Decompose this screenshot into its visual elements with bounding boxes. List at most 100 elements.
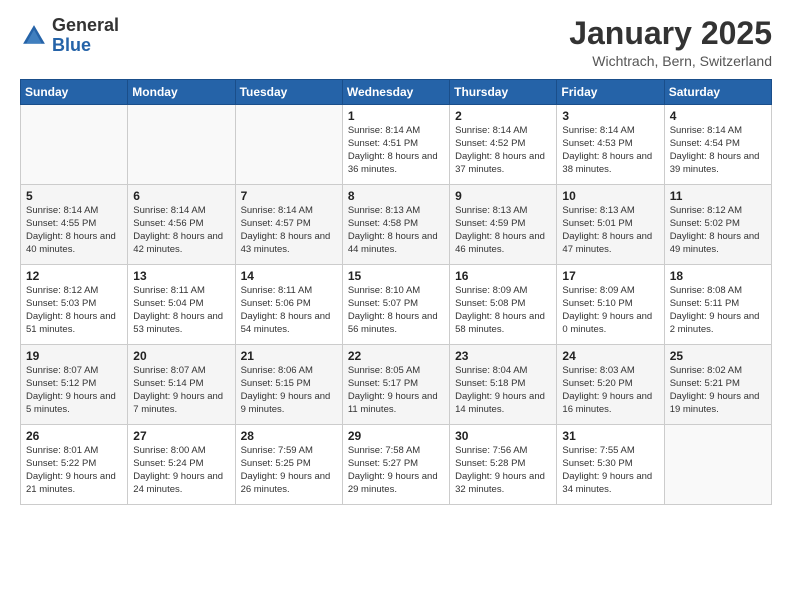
calendar-cell: 13 Sunrise: 8:11 AM Sunset: 5:04 PM Dayli… <box>128 265 235 345</box>
calendar-cell: 4 Sunrise: 8:14 AM Sunset: 4:54 PM Daylig… <box>664 105 771 185</box>
calendar-cell: 7 Sunrise: 8:14 AM Sunset: 4:57 PM Daylig… <box>235 185 342 265</box>
day-number: 19 <box>26 349 122 363</box>
calendar-cell: 30 Sunrise: 7:56 AM Sunset: 5:28 PM Dayli… <box>450 425 557 505</box>
day-number: 2 <box>455 109 551 123</box>
day-number: 9 <box>455 189 551 203</box>
calendar-cell: 20 Sunrise: 8:07 AM Sunset: 5:14 PM Dayli… <box>128 345 235 425</box>
calendar-cell: 21Sunrise: 8:06 AM Sunset: 5:15 PM Dayli… <box>235 345 342 425</box>
calendar-cell: 29 Sunrise: 7:58 AM Sunset: 5:27 PM Dayli… <box>342 425 449 505</box>
day-info: Sunrise: 8:07 AM Sunset: 5:12 PM Dayligh… <box>26 365 122 416</box>
day-info: Sunrise: 8:13 AM Sunset: 4:58 PM Dayligh… <box>348 205 444 256</box>
calendar-cell: 28 Sunrise: 7:59 AM Sunset: 5:25 PM Dayli… <box>235 425 342 505</box>
day-info: Sunrise: 8:07 AM Sunset: 5:14 PM Dayligh… <box>133 365 229 416</box>
day-info: Sunrise: 8:10 AM Sunset: 5:07 PM Dayligh… <box>348 285 444 336</box>
calendar-week-4: 19 Sunrise: 8:07 AM Sunset: 5:12 PM Dayli… <box>21 345 772 425</box>
calendar-cell: 24 Sunrise: 8:03 AM Sunset: 5:20 PM Dayli… <box>557 345 664 425</box>
title-block: January 2025 Wichtrach, Bern, Switzerlan… <box>569 16 772 69</box>
day-info: Sunrise: 7:55 AM Sunset: 5:30 PM Dayligh… <box>562 445 658 496</box>
day-info: Sunrise: 8:12 AM Sunset: 5:03 PM Dayligh… <box>26 285 122 336</box>
calendar-cell: 16Sunrise: 8:09 AM Sunset: 5:08 PM Dayli… <box>450 265 557 345</box>
day-number: 10 <box>562 189 658 203</box>
day-info: Sunrise: 7:59 AM Sunset: 5:25 PM Dayligh… <box>241 445 337 496</box>
weekday-header-thursday: Thursday <box>450 80 557 105</box>
day-info: Sunrise: 7:56 AM Sunset: 5:28 PM Dayligh… <box>455 445 551 496</box>
day-number: 13 <box>133 269 229 283</box>
day-number: 11 <box>670 189 766 203</box>
day-number: 28 <box>241 429 337 443</box>
weekday-header-friday: Friday <box>557 80 664 105</box>
calendar-cell: 1 Sunrise: 8:14 AM Sunset: 4:51 PM Daylig… <box>342 105 449 185</box>
day-info: Sunrise: 8:14 AM Sunset: 4:52 PM Dayligh… <box>455 125 551 176</box>
calendar-week-1: 1 Sunrise: 8:14 AM Sunset: 4:51 PM Daylig… <box>21 105 772 185</box>
calendar-cell: 9 Sunrise: 8:13 AM Sunset: 4:59 PM Daylig… <box>450 185 557 265</box>
calendar-cell: 31 Sunrise: 7:55 AM Sunset: 5:30 PM Dayli… <box>557 425 664 505</box>
day-number: 31 <box>562 429 658 443</box>
day-number: 27 <box>133 429 229 443</box>
day-number: 23 <box>455 349 551 363</box>
day-info: Sunrise: 8:14 AM Sunset: 4:54 PM Dayligh… <box>670 125 766 176</box>
calendar-week-2: 5Sunrise: 8:14 AM Sunset: 4:55 PM Daylig… <box>21 185 772 265</box>
calendar-cell: 26Sunrise: 8:01 AM Sunset: 5:22 PM Dayli… <box>21 425 128 505</box>
day-number: 20 <box>133 349 229 363</box>
day-number: 29 <box>348 429 444 443</box>
calendar-cell: 6 Sunrise: 8:14 AM Sunset: 4:56 PM Daylig… <box>128 185 235 265</box>
day-number: 8 <box>348 189 444 203</box>
day-number: 25 <box>670 349 766 363</box>
weekday-header-tuesday: Tuesday <box>235 80 342 105</box>
day-number: 17 <box>562 269 658 283</box>
calendar-cell: 17 Sunrise: 8:09 AM Sunset: 5:10 PM Dayli… <box>557 265 664 345</box>
calendar-week-5: 26Sunrise: 8:01 AM Sunset: 5:22 PM Dayli… <box>21 425 772 505</box>
calendar-cell <box>21 105 128 185</box>
calendar-cell <box>664 425 771 505</box>
logo-general: General <box>52 16 119 36</box>
day-number: 15 <box>348 269 444 283</box>
calendar-cell: 8 Sunrise: 8:13 AM Sunset: 4:58 PM Daylig… <box>342 185 449 265</box>
calendar-cell: 18Sunrise: 8:08 AM Sunset: 5:11 PM Dayli… <box>664 265 771 345</box>
day-number: 30 <box>455 429 551 443</box>
calendar-cell: 11 Sunrise: 8:12 AM Sunset: 5:02 PM Dayli… <box>664 185 771 265</box>
day-info: Sunrise: 8:01 AM Sunset: 5:22 PM Dayligh… <box>26 445 122 496</box>
day-info: Sunrise: 8:13 AM Sunset: 4:59 PM Dayligh… <box>455 205 551 256</box>
logo-blue: Blue <box>52 36 119 56</box>
day-info: Sunrise: 8:14 AM Sunset: 4:57 PM Dayligh… <box>241 205 337 256</box>
day-info: Sunrise: 7:58 AM Sunset: 5:27 PM Dayligh… <box>348 445 444 496</box>
day-number: 7 <box>241 189 337 203</box>
day-info: Sunrise: 8:11 AM Sunset: 5:04 PM Dayligh… <box>133 285 229 336</box>
day-number: 6 <box>133 189 229 203</box>
day-info: Sunrise: 8:06 AM Sunset: 5:15 PM Dayligh… <box>241 365 337 416</box>
weekday-header-wednesday: Wednesday <box>342 80 449 105</box>
calendar-body: 1 Sunrise: 8:14 AM Sunset: 4:51 PM Daylig… <box>21 105 772 505</box>
calendar-title: January 2025 <box>569 16 772 51</box>
day-info: Sunrise: 8:12 AM Sunset: 5:02 PM Dayligh… <box>670 205 766 256</box>
calendar-cell: 10Sunrise: 8:13 AM Sunset: 5:01 PM Dayli… <box>557 185 664 265</box>
calendar-cell: 5Sunrise: 8:14 AM Sunset: 4:55 PM Daylig… <box>21 185 128 265</box>
weekday-header-monday: Monday <box>128 80 235 105</box>
weekday-header-saturday: Saturday <box>664 80 771 105</box>
day-info: Sunrise: 8:04 AM Sunset: 5:18 PM Dayligh… <box>455 365 551 416</box>
day-info: Sunrise: 8:05 AM Sunset: 5:17 PM Dayligh… <box>348 365 444 416</box>
day-info: Sunrise: 8:02 AM Sunset: 5:21 PM Dayligh… <box>670 365 766 416</box>
day-info: Sunrise: 8:03 AM Sunset: 5:20 PM Dayligh… <box>562 365 658 416</box>
calendar-cell: 23 Sunrise: 8:04 AM Sunset: 5:18 PM Dayli… <box>450 345 557 425</box>
day-number: 16 <box>455 269 551 283</box>
logo-text: General Blue <box>52 16 119 56</box>
day-number: 1 <box>348 109 444 123</box>
day-info: Sunrise: 8:11 AM Sunset: 5:06 PM Dayligh… <box>241 285 337 336</box>
day-number: 24 <box>562 349 658 363</box>
calendar-cell: 25 Sunrise: 8:02 AM Sunset: 5:21 PM Dayli… <box>664 345 771 425</box>
day-info: Sunrise: 8:14 AM Sunset: 4:56 PM Dayligh… <box>133 205 229 256</box>
calendar-cell: 3Sunrise: 8:14 AM Sunset: 4:53 PM Daylig… <box>557 105 664 185</box>
day-number: 4 <box>670 109 766 123</box>
calendar-cell: 22Sunrise: 8:05 AM Sunset: 5:17 PM Dayli… <box>342 345 449 425</box>
calendar-cell <box>128 105 235 185</box>
calendar-cell: 27 Sunrise: 8:00 AM Sunset: 5:24 PM Dayli… <box>128 425 235 505</box>
calendar-cell: 19 Sunrise: 8:07 AM Sunset: 5:12 PM Dayli… <box>21 345 128 425</box>
logo-icon <box>20 22 48 50</box>
calendar-cell: 2 Sunrise: 8:14 AM Sunset: 4:52 PM Daylig… <box>450 105 557 185</box>
day-info: Sunrise: 8:09 AM Sunset: 5:10 PM Dayligh… <box>562 285 658 336</box>
calendar-page: General Blue January 2025 Wichtrach, Ber… <box>0 0 792 612</box>
day-info: Sunrise: 8:00 AM Sunset: 5:24 PM Dayligh… <box>133 445 229 496</box>
day-info: Sunrise: 8:14 AM Sunset: 4:51 PM Dayligh… <box>348 125 444 176</box>
day-number: 18 <box>670 269 766 283</box>
weekday-header-sunday: Sunday <box>21 80 128 105</box>
